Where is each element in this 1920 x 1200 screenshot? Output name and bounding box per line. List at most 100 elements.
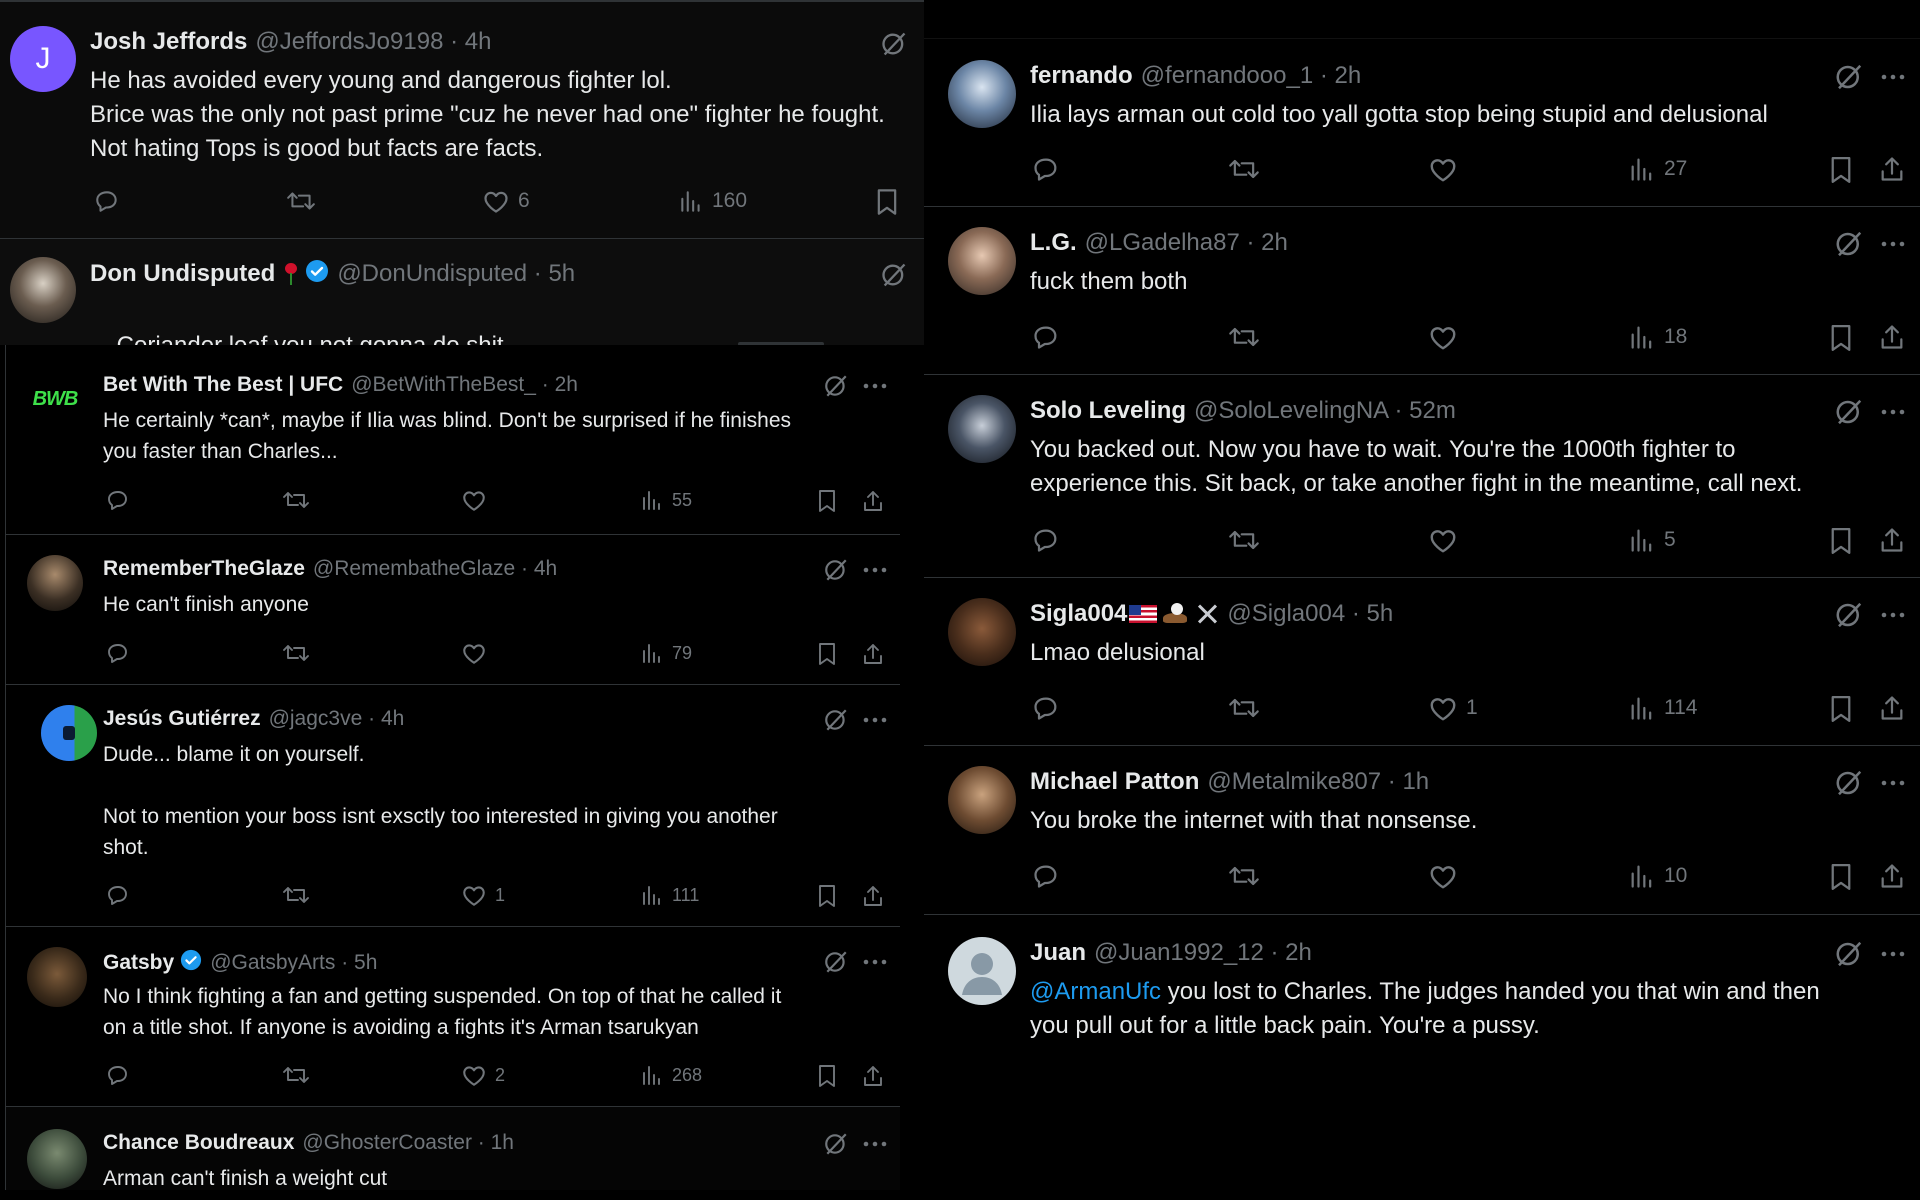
more-icon[interactable]	[1880, 612, 1906, 618]
avatar[interactable]	[27, 947, 87, 1007]
more-icon[interactable]	[863, 959, 887, 965]
display-name[interactable]: Solo Leveling	[1030, 397, 1186, 425]
like-button[interactable]	[1428, 155, 1466, 183]
grok-icon[interactable]	[823, 557, 849, 583]
bookmark-button[interactable]	[1828, 694, 1854, 724]
more-icon[interactable]	[1880, 409, 1906, 415]
bookmark-button[interactable]	[1828, 323, 1854, 353]
handle-time[interactable]: @DonUndisputed · 5h	[337, 260, 575, 288]
share-button[interactable]	[1878, 525, 1906, 555]
views-button[interactable]: 5	[1628, 526, 1676, 554]
handle-time[interactable]: @BetWithTheBest_ · 2h	[351, 373, 578, 397]
share-button[interactable]	[861, 883, 885, 909]
handle-time[interactable]: @Juan1992_12 · 2h	[1094, 939, 1312, 967]
views-button[interactable]: 55	[640, 488, 692, 512]
mention-link[interactable]: @ArmanUfc	[1030, 978, 1161, 1005]
share-button[interactable]	[1878, 154, 1906, 184]
handle-time[interactable]: @SoloLevelingNA · 52m	[1194, 397, 1456, 425]
handle-time[interactable]: @jagc3ve · 4h	[269, 707, 405, 731]
bookmark-button[interactable]	[816, 883, 838, 909]
bookmark-button[interactable]	[816, 641, 838, 667]
grok-icon[interactable]	[1834, 62, 1864, 92]
more-icon[interactable]	[1880, 241, 1906, 247]
like-button[interactable]	[461, 488, 495, 512]
grok-icon[interactable]	[823, 1131, 849, 1157]
share-button[interactable]	[1878, 861, 1906, 891]
repost-button[interactable]	[1228, 862, 1260, 890]
avatar[interactable]	[948, 60, 1016, 128]
views-button[interactable]: 27	[1628, 155, 1687, 183]
reply-button[interactable]	[1032, 323, 1060, 351]
avatar[interactable]	[948, 937, 1016, 1005]
more-icon[interactable]	[863, 383, 887, 389]
more-icon[interactable]	[863, 717, 887, 723]
bookmark-button[interactable]	[874, 188, 900, 216]
handle-time[interactable]: @Metalmike807 · 1h	[1207, 768, 1429, 796]
reply-button[interactable]	[1032, 862, 1060, 890]
views-button[interactable]: 111	[640, 883, 699, 907]
views-button[interactable]: 79	[640, 641, 692, 665]
reply-button[interactable]	[106, 641, 130, 665]
more-icon[interactable]	[1880, 74, 1906, 80]
grok-icon[interactable]	[1834, 397, 1864, 427]
repost-button[interactable]	[282, 641, 310, 665]
handle-time[interactable]: @JeffordsJo9198 · 4h	[255, 28, 491, 56]
repost-button[interactable]	[1228, 526, 1260, 554]
display-name[interactable]: Bet With The Best | UFC	[103, 373, 343, 397]
repost-button[interactable]	[286, 188, 316, 214]
grok-icon[interactable]	[823, 949, 849, 975]
avatar[interactable]	[41, 705, 97, 761]
more-icon[interactable]	[1880, 951, 1906, 957]
display-name[interactable]: Gatsby	[103, 951, 174, 975]
like-button[interactable]	[1428, 323, 1466, 351]
like-button[interactable]	[1428, 862, 1466, 890]
handle-time[interactable]: @fernandooo_1 · 2h	[1141, 62, 1362, 90]
avatar[interactable]	[948, 766, 1016, 834]
bookmark-button[interactable]	[1828, 862, 1854, 892]
share-button[interactable]	[1878, 693, 1906, 723]
grok-icon[interactable]	[1834, 939, 1864, 969]
more-icon[interactable]	[863, 1141, 887, 1147]
handle-time[interactable]: @LGadelha87 · 2h	[1085, 229, 1288, 257]
display-name[interactable]: Don Undisputed	[90, 260, 275, 288]
bookmark-button[interactable]	[816, 1063, 838, 1089]
grok-icon[interactable]	[823, 707, 849, 733]
reply-button[interactable]	[1032, 526, 1060, 554]
bookmark-button[interactable]	[1828, 155, 1854, 185]
more-icon[interactable]	[863, 567, 887, 573]
views-button[interactable]: 10	[1628, 862, 1687, 890]
repost-button[interactable]	[282, 883, 310, 907]
display-name[interactable]: fernando	[1030, 62, 1133, 90]
bookmark-button[interactable]	[816, 488, 838, 514]
reply-button[interactable]	[94, 188, 120, 214]
like-button[interactable]: 6	[482, 188, 530, 214]
views-button[interactable]: 160	[678, 188, 747, 214]
like-button[interactable]	[461, 641, 495, 665]
more-icon[interactable]	[1880, 780, 1906, 786]
display-name[interactable]: L.G.	[1030, 229, 1077, 257]
share-button[interactable]	[861, 641, 885, 667]
repost-button[interactable]	[1228, 694, 1260, 722]
avatar[interactable]	[10, 257, 76, 323]
repost-button[interactable]	[1228, 323, 1260, 351]
share-button[interactable]	[1878, 322, 1906, 352]
grok-icon[interactable]	[1834, 600, 1864, 630]
like-button[interactable]: 1	[1428, 694, 1478, 722]
grok-icon[interactable]	[880, 261, 908, 289]
avatar[interactable]	[27, 555, 83, 611]
grok-icon[interactable]	[823, 373, 849, 399]
avatar[interactable]	[948, 227, 1016, 295]
display-name[interactable]: RememberTheGlaze	[103, 557, 305, 581]
views-button[interactable]: 114	[1628, 694, 1697, 722]
handle-time[interactable]: @GhosterCoaster · 1h	[302, 1131, 514, 1155]
repost-button[interactable]	[282, 488, 310, 512]
handle-time[interactable]: @GatsbyArts · 5h	[210, 951, 377, 975]
views-button[interactable]: 268	[640, 1063, 702, 1087]
avatar[interactable]: J	[10, 26, 76, 92]
share-button[interactable]	[861, 488, 885, 514]
grok-icon[interactable]	[880, 30, 908, 58]
like-button[interactable]: 2	[461, 1063, 505, 1087]
display-name[interactable]: Juan	[1030, 939, 1086, 967]
bookmark-button[interactable]	[1828, 526, 1854, 556]
display-name[interactable]: Jesús Gutiérrez	[103, 707, 261, 731]
